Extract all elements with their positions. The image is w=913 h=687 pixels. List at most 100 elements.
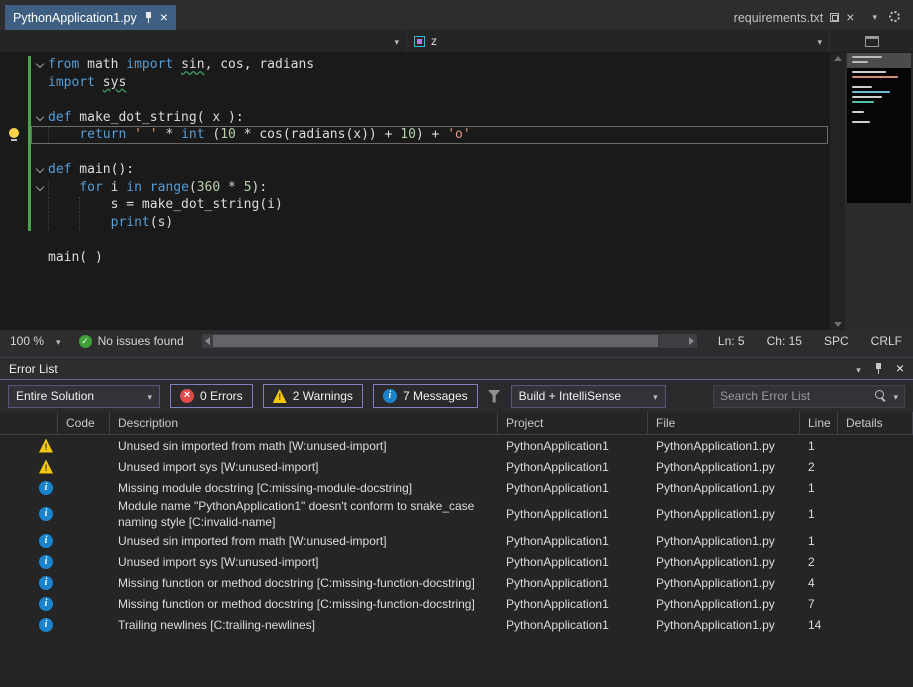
close-icon[interactable] (896, 362, 904, 376)
vertical-scrollbar[interactable] (830, 53, 845, 330)
search-error-list[interactable] (713, 385, 905, 408)
messages-filter-button[interactable]: 7 Messages (373, 384, 478, 408)
scroll-up-icon[interactable] (834, 56, 842, 61)
error-row[interactable]: Unused sin imported from math [W:unused-… (0, 435, 913, 456)
indent-guide (48, 180, 49, 196)
chevron-down-icon[interactable] (893, 387, 898, 405)
line-cell: 1 (800, 533, 838, 549)
pin-icon[interactable] (144, 11, 153, 24)
horizontal-scrollbar[interactable] (202, 334, 697, 348)
column-details[interactable]: Details (838, 412, 913, 434)
code-line[interactable]: import sys (0, 74, 830, 92)
fold-margin (32, 127, 48, 143)
column-code[interactable]: Code (58, 412, 110, 434)
errors-filter-button[interactable]: 0 Errors (170, 384, 253, 408)
fold-chevron-icon[interactable] (32, 180, 48, 196)
tab-requirements[interactable]: requirements.txt (726, 5, 863, 30)
minimap[interactable] (845, 53, 913, 330)
code-line[interactable]: s = make_dot_string(i) (0, 196, 830, 214)
tab-pythonapplication1[interactable]: PythonApplication1.py (5, 5, 176, 30)
keep-open-icon[interactable] (830, 13, 839, 22)
minimap-viewport[interactable] (847, 53, 911, 68)
scroll-left-icon[interactable] (205, 337, 210, 345)
column-file[interactable]: File (648, 412, 800, 434)
project-scope-dropdown[interactable] (0, 30, 407, 52)
error-row[interactable]: Missing function or method docstring [C:… (0, 593, 913, 614)
code-text: return ' ' * int (10 * cos(radians(x)) +… (48, 127, 471, 143)
search-input[interactable] (720, 389, 869, 403)
member-dropdown[interactable]: z (407, 30, 830, 52)
line-cell: 1 (800, 480, 838, 496)
code-line[interactable]: return ' ' * int (10 * cos(radians(x)) +… (0, 126, 830, 144)
error-table-header: Code Description Project File Line Detai… (0, 412, 913, 435)
minimap-code (847, 53, 911, 203)
scope-dropdown[interactable]: Entire Solution (8, 385, 160, 408)
code-line-content: print(s) (31, 214, 828, 232)
scroll-right-icon[interactable] (689, 337, 694, 345)
error-row[interactable]: Unused import sys [W:unused-import]Pytho… (0, 456, 913, 477)
severity-cell (0, 555, 58, 569)
search-icon[interactable] (875, 390, 887, 402)
chevron-down-icon[interactable] (856, 362, 861, 376)
error-list-titlebar[interactable]: Error List (0, 358, 913, 380)
token: ( (189, 180, 197, 195)
column-line[interactable]: Line (800, 412, 838, 434)
code-line[interactable] (0, 144, 830, 162)
filter-icon[interactable] (488, 390, 501, 403)
scrollbar-track[interactable] (213, 334, 686, 348)
column-description[interactable]: Description (110, 412, 498, 434)
code-editor[interactable]: from math import sin, cos, radiansimport… (0, 53, 913, 330)
issues-indicator[interactable]: No issues found (71, 334, 192, 348)
minimap-line (852, 121, 870, 123)
error-row[interactable]: Unused import sys [W:unused-import]Pytho… (0, 551, 913, 572)
line-cell: 4 (800, 575, 838, 591)
error-row[interactable]: Missing function or method docstring [C:… (0, 572, 913, 593)
eol-mode[interactable]: CRLF (860, 334, 913, 348)
error-row[interactable]: Unused sin imported from math [W:unused-… (0, 530, 913, 551)
source-dropdown[interactable]: Build + IntelliSense (511, 385, 666, 408)
severity-cell (0, 534, 58, 548)
scrollbar-thumb[interactable] (213, 335, 658, 347)
code-line[interactable]: from math import sin, cos, radians (0, 56, 830, 74)
code-line[interactable] (0, 231, 830, 249)
chevron-down-icon[interactable] (872, 7, 877, 25)
fold-chevron-icon[interactable] (32, 57, 48, 73)
code-line[interactable]: def main(): (0, 161, 830, 179)
code-area[interactable]: from math import sin, cos, radiansimport… (0, 53, 830, 330)
code-text: from math import sin, cos, radians (48, 57, 314, 73)
token: 5 (244, 180, 252, 195)
token: main(): (71, 162, 134, 177)
lightbulb-icon[interactable] (9, 128, 19, 138)
fold-chevron-icon[interactable] (32, 110, 48, 126)
code-line[interactable]: def make_dot_string( x ): (0, 109, 830, 127)
token: 10 (220, 127, 236, 142)
code-line-content: main( ) (31, 249, 828, 267)
code-line[interactable]: main( ) (0, 249, 830, 267)
glyph-margin (0, 266, 28, 284)
code-line[interactable]: for i in range(360 * 5): (0, 179, 830, 197)
column-severity[interactable] (0, 412, 58, 434)
glyph-margin (0, 196, 28, 214)
scroll-down-icon[interactable] (834, 322, 842, 327)
gear-icon[interactable] (889, 11, 900, 22)
warnings-filter-button[interactable]: 2 Warnings (263, 384, 363, 408)
split-editor-icon[interactable] (865, 36, 879, 47)
close-icon[interactable] (160, 11, 168, 25)
error-row[interactable]: Missing module docstring [C:missing-modu… (0, 477, 913, 498)
fold-margin (32, 75, 48, 91)
error-row[interactable]: Trailing newlines [C:trailing-newlines]P… (0, 614, 913, 635)
column-project[interactable]: Project (498, 412, 648, 434)
close-icon[interactable] (846, 11, 854, 25)
fold-chevron-icon[interactable] (32, 162, 48, 178)
zoom-selector[interactable]: 100 % (0, 334, 71, 348)
code-line[interactable]: print(s) (0, 214, 830, 232)
error-rows: Unused sin imported from math [W:unused-… (0, 435, 913, 687)
code-line[interactable] (0, 91, 830, 109)
code-line[interactable] (0, 266, 830, 284)
code-line-content: import sys (31, 74, 828, 92)
glyph-margin (0, 56, 28, 74)
pin-icon[interactable] (874, 362, 883, 375)
description-cell: Missing module docstring [C:missing-modu… (110, 480, 498, 496)
error-row[interactable]: Module name "PythonApplication1" doesn't… (0, 498, 913, 530)
indent-mode[interactable]: SPC (813, 334, 860, 348)
